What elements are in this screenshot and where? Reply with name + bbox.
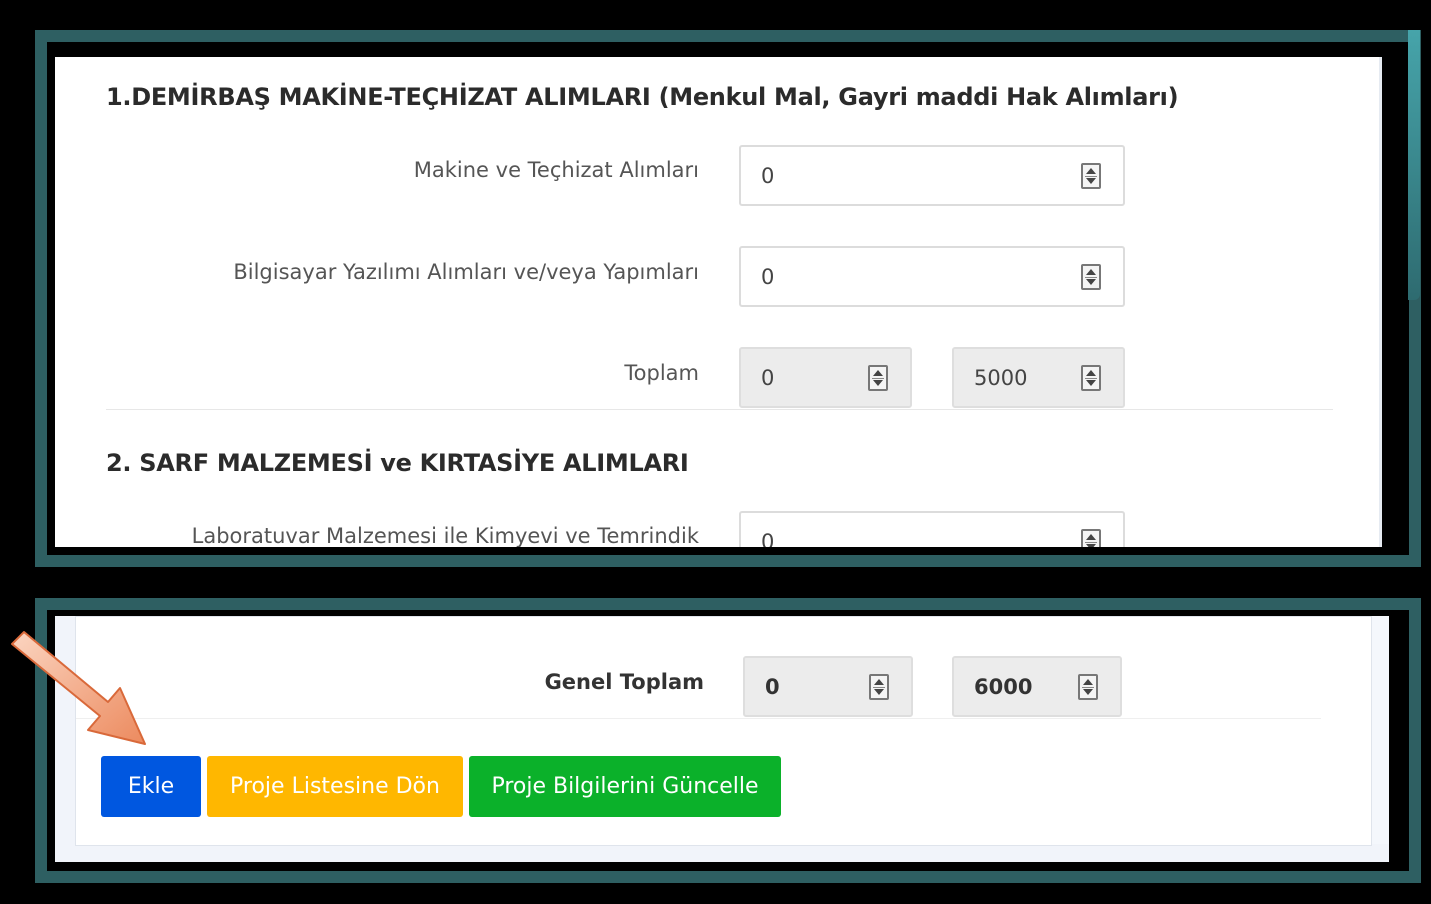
back-to-project-list-button[interactable]: Proje Listesine Dön bbox=[207, 756, 463, 817]
section-title-supplies: 2. SARF MALZEMESİ ve KIRTASİYE ALIMLARI bbox=[106, 449, 689, 477]
machine-equipment-value: 0 bbox=[761, 163, 775, 188]
spinner-icon bbox=[868, 364, 888, 391]
total-value: 0 bbox=[761, 365, 775, 390]
actions-divider bbox=[76, 718, 1321, 719]
panel-shadow bbox=[55, 844, 1389, 862]
spinner-icon[interactable] bbox=[1081, 162, 1101, 189]
grand-total-label: Genel Toplam bbox=[544, 670, 704, 694]
total-label: Toplam bbox=[624, 361, 699, 385]
grand-total-limit-value: 6000 bbox=[974, 674, 1033, 699]
grand-total-limit-input: 6000 bbox=[952, 656, 1122, 717]
grand-total-input: 0 bbox=[743, 656, 913, 717]
spinner-icon[interactable] bbox=[1081, 263, 1101, 290]
software-input[interactable]: 0 bbox=[739, 246, 1125, 307]
total-limit-value: 5000 bbox=[974, 365, 1028, 390]
machine-equipment-input[interactable]: 0 bbox=[739, 145, 1125, 206]
spinner-icon bbox=[869, 673, 889, 700]
update-project-info-button[interactable]: Proje Bilgilerini Güncelle bbox=[469, 756, 781, 817]
add-button[interactable]: Ekle bbox=[101, 756, 201, 817]
machine-equipment-label: Makine ve Teçhizat Alımları bbox=[413, 158, 699, 182]
spinner-icon bbox=[1078, 673, 1098, 700]
lab-supplies-input[interactable]: 0 bbox=[739, 511, 1125, 547]
frame-accent bbox=[1408, 30, 1420, 300]
lab-supplies-value: 0 bbox=[761, 529, 775, 548]
section-title-fixed-assets: 1.DEMİRBAŞ MAKİNE-TEÇHİZAT ALIMLARI (Men… bbox=[106, 83, 1179, 111]
total-limit-input: 5000 bbox=[952, 347, 1125, 408]
grand-total-value: 0 bbox=[765, 674, 780, 699]
panel-shadow bbox=[1370, 616, 1389, 862]
spinner-icon bbox=[1081, 364, 1101, 391]
budget-form-panel: 1.DEMİRBAŞ MAKİNE-TEÇHİZAT ALIMLARI (Men… bbox=[55, 57, 1382, 547]
software-label: Bilgisayar Yazılımı Alımları ve/veya Yap… bbox=[233, 260, 699, 284]
software-value: 0 bbox=[761, 264, 775, 289]
total-input: 0 bbox=[739, 347, 912, 408]
annotation-arrow-icon bbox=[11, 631, 146, 745]
spinner-icon[interactable] bbox=[1081, 528, 1101, 547]
lab-supplies-label: Laboratuvar Malzemesi ile Kimyevi ve Tem… bbox=[191, 524, 699, 547]
section-divider bbox=[106, 409, 1333, 410]
